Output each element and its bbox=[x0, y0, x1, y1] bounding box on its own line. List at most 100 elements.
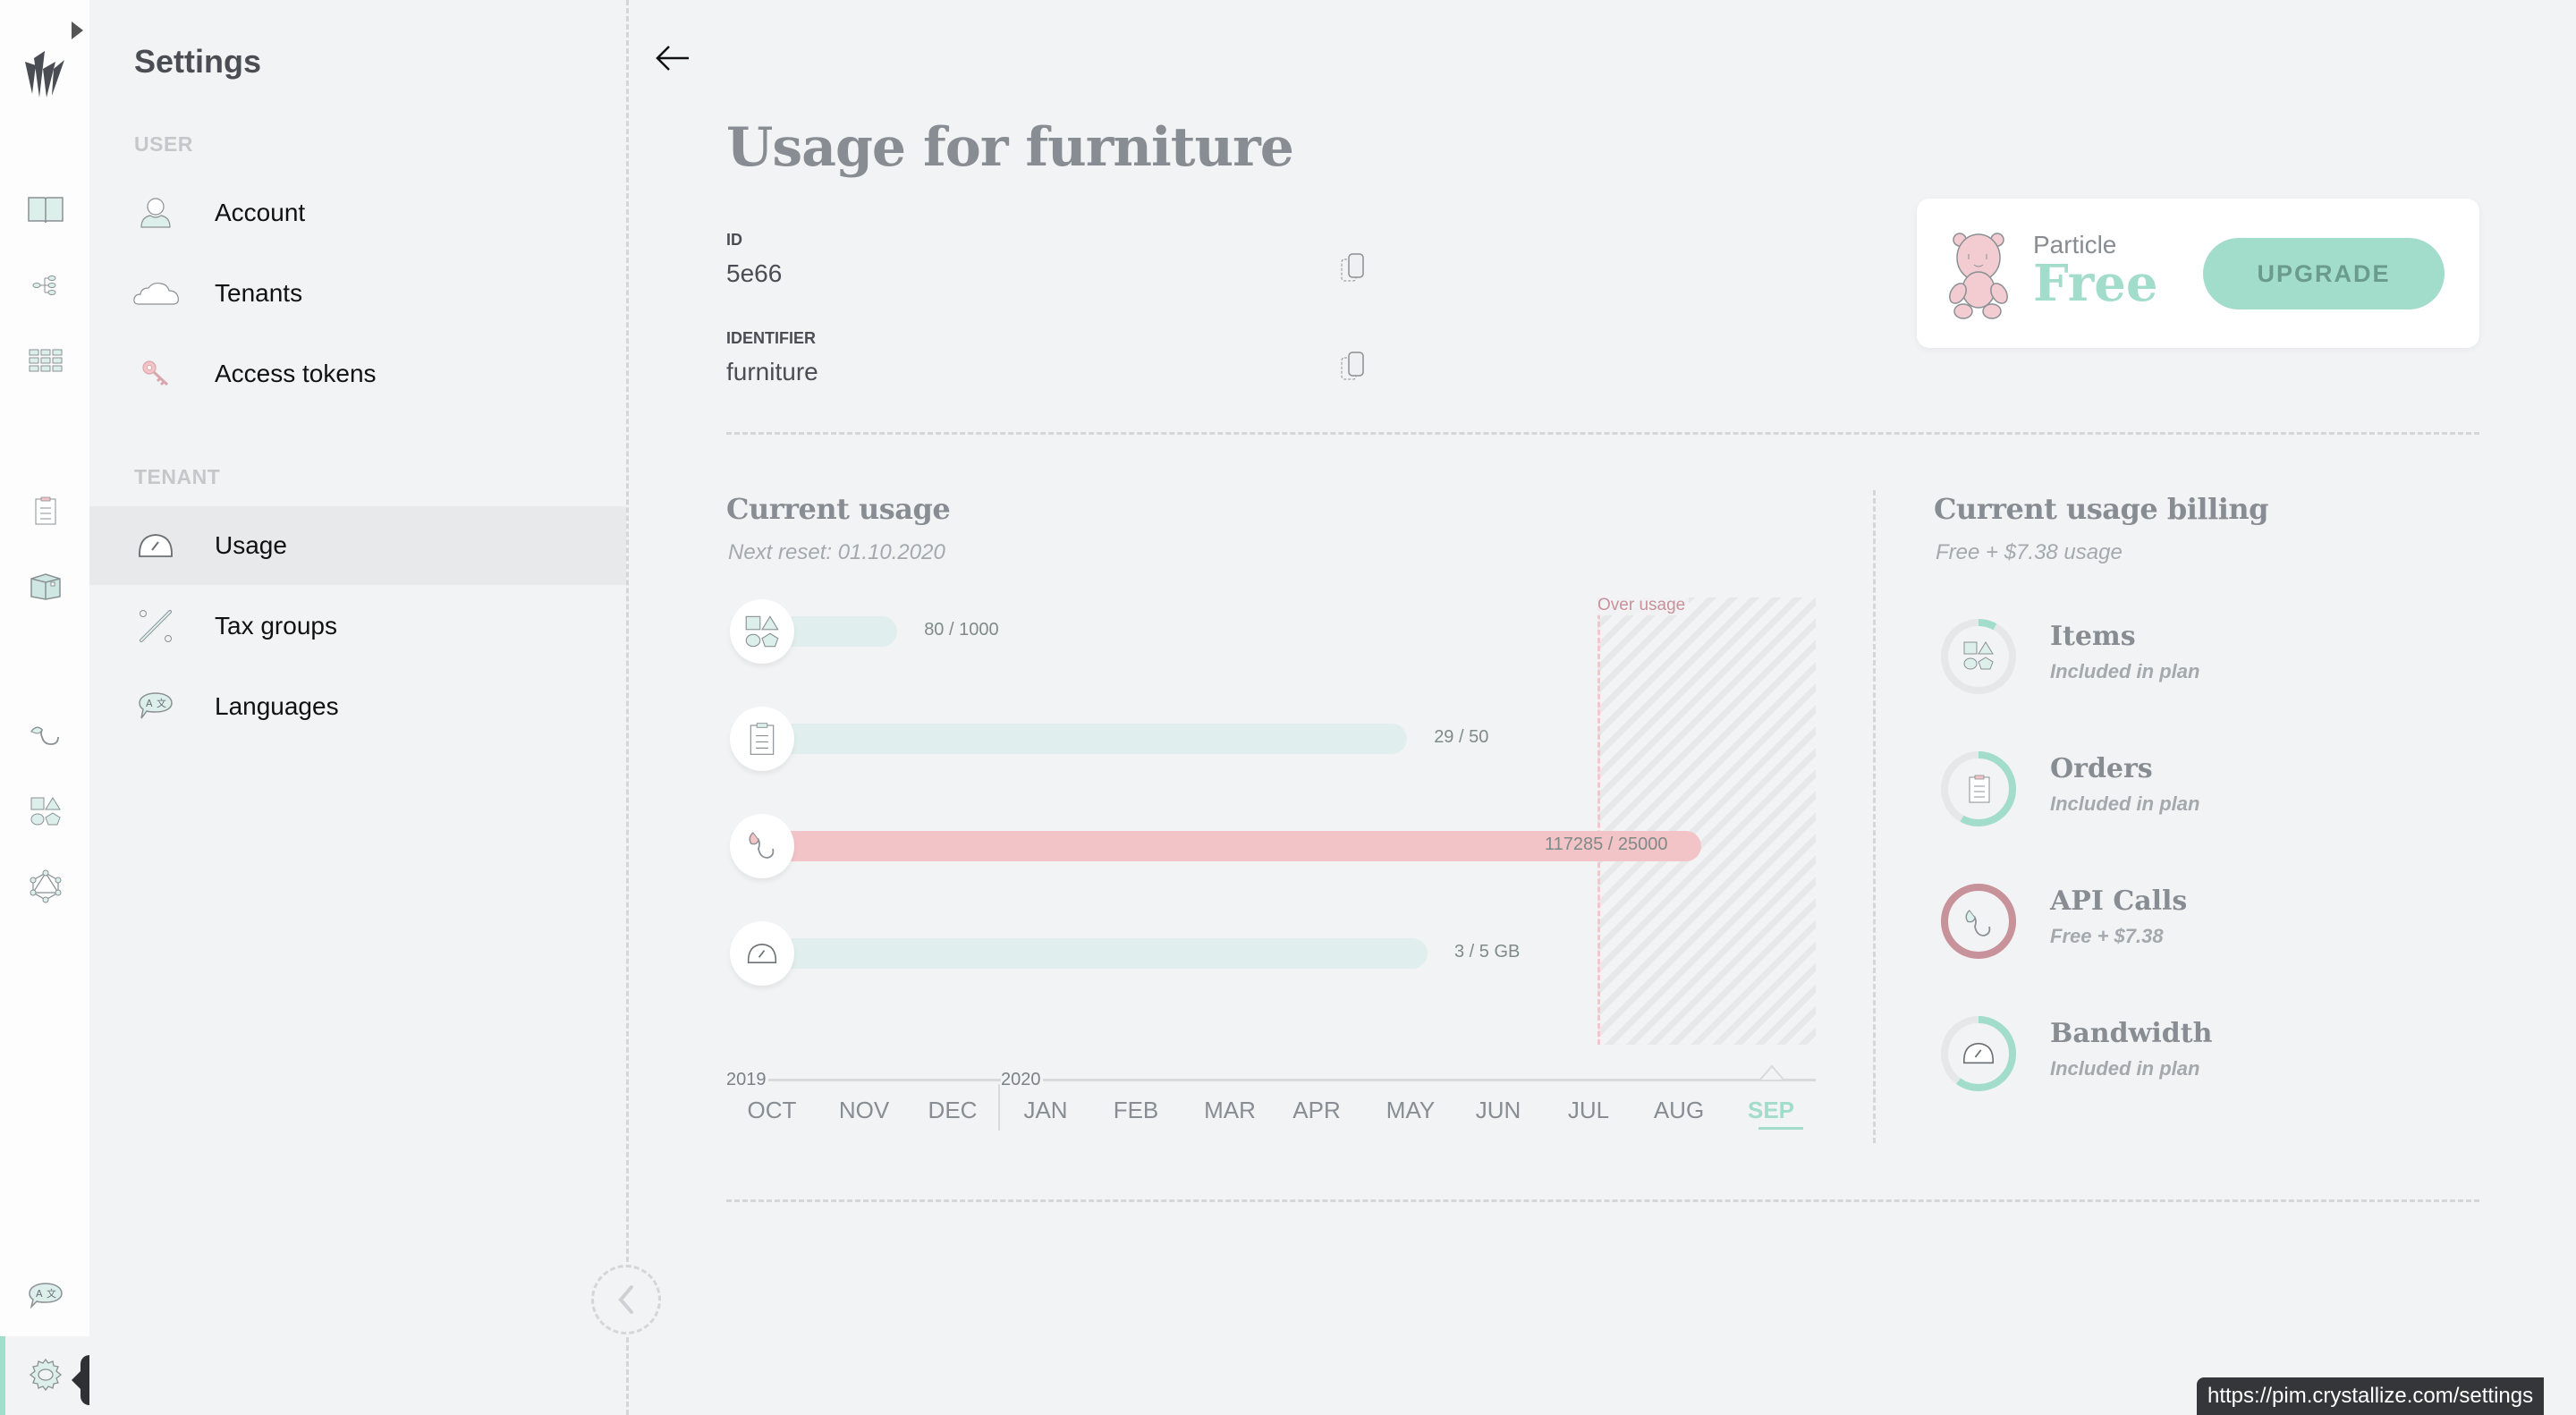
svg-text:文: 文 bbox=[47, 1287, 56, 1300]
clipboard-icon bbox=[730, 707, 794, 771]
nav-label: Languages bbox=[215, 692, 339, 720]
rail-active-indicator bbox=[0, 1336, 5, 1415]
year-label-2019: 2019 bbox=[726, 1070, 768, 1090]
nav-item-usage[interactable]: Usage bbox=[89, 506, 626, 585]
usage-value: 29 / 50 bbox=[1434, 727, 1489, 747]
usage-row-orders: 29 / 50 bbox=[726, 707, 1889, 771]
billing-name: API Calls bbox=[2050, 885, 2188, 917]
svg-text:文: 文 bbox=[157, 697, 166, 709]
clipboard-icon bbox=[1969, 775, 1990, 803]
nav-label: Account bbox=[215, 199, 306, 226]
month-apr[interactable]: APR bbox=[1281, 1097, 1352, 1124]
billing-row-bandwidth: Bandwidth Included in plan bbox=[1934, 1014, 2470, 1095]
id-value: 5e66 bbox=[726, 259, 783, 287]
hook-icon bbox=[730, 814, 794, 878]
year-divider bbox=[998, 1084, 1000, 1131]
usage-row-api-calls: 117285 / 25000 bbox=[726, 814, 1889, 878]
billing-ring bbox=[1941, 751, 2016, 826]
month-jan[interactable]: JAN bbox=[1010, 1097, 1081, 1124]
rail-settings-gear-icon[interactable] bbox=[27, 1356, 64, 1394]
nav-item-tax-groups[interactable]: Tax groups bbox=[89, 587, 626, 665]
usage-bar bbox=[780, 724, 1408, 754]
arrow-left-icon bbox=[656, 46, 689, 71]
panel-divider bbox=[626, 0, 629, 1415]
section-label-tenant: TENANT bbox=[134, 465, 221, 488]
upgrade-button[interactable]: UPGRADE bbox=[2203, 238, 2445, 309]
timeline-axis bbox=[726, 1079, 1816, 1081]
month-sep[interactable]: SEP bbox=[1735, 1097, 1807, 1130]
gauge-icon bbox=[136, 526, 175, 565]
billing-detail: Included in plan bbox=[2050, 660, 2200, 682]
month-dec[interactable]: DEC bbox=[917, 1097, 988, 1124]
vertical-divider bbox=[1873, 490, 1876, 1143]
next-reset-text: Next reset: 01.10.2020 bbox=[728, 540, 945, 564]
month-nov[interactable]: NOV bbox=[828, 1097, 900, 1124]
rail-shapes-icon[interactable] bbox=[27, 792, 64, 830]
usage-value: 80 / 1000 bbox=[924, 620, 999, 640]
svg-text:A: A bbox=[36, 1288, 43, 1300]
month-may[interactable]: MAY bbox=[1375, 1097, 1446, 1124]
nav-label: Tenants bbox=[215, 279, 303, 307]
plan-tier: Free bbox=[2033, 254, 2158, 313]
nav-label: Usage bbox=[215, 531, 287, 559]
usage-value: 3 / 5 GB bbox=[1454, 942, 1521, 962]
nav-item-languages[interactable]: A文 Languages bbox=[89, 667, 626, 746]
plan-card: Particle Free UPGRADE bbox=[1917, 199, 2479, 348]
billing-ring bbox=[1941, 884, 2016, 959]
usage-value: 117285 / 25000 bbox=[1545, 835, 1668, 854]
crystallize-logo-icon[interactable] bbox=[23, 39, 66, 104]
gauge-icon bbox=[730, 921, 794, 986]
percent-icon bbox=[136, 606, 175, 646]
month-mar[interactable]: MAR bbox=[1194, 1097, 1266, 1124]
billing-detail: Included in plan bbox=[2050, 1057, 2200, 1080]
month-jun[interactable]: JUN bbox=[1462, 1097, 1534, 1124]
billing-row-orders: Orders Included in plan bbox=[1934, 750, 2470, 830]
shapes-icon bbox=[1963, 641, 1994, 670]
nav-label: Tax groups bbox=[215, 612, 337, 640]
rail-language-translate-icon[interactable]: A文 bbox=[27, 1277, 64, 1315]
usage-row-items: 80 / 1000 bbox=[726, 599, 1889, 664]
usage-bar bbox=[780, 616, 898, 647]
copy-id-button[interactable] bbox=[1340, 252, 1368, 288]
back-button[interactable] bbox=[653, 38, 694, 79]
rail-catalogue-book-icon[interactable] bbox=[27, 191, 64, 229]
rail-topics-tree-icon[interactable] bbox=[27, 267, 64, 304]
nav-item-tenants[interactable]: Tenants bbox=[89, 254, 626, 333]
month-jul[interactable]: JUL bbox=[1553, 1097, 1624, 1124]
rail-graphql-icon[interactable] bbox=[27, 868, 64, 905]
billing-name: Bandwidth bbox=[2050, 1018, 2213, 1049]
billing-detail: Free + $7.38 bbox=[2050, 925, 2164, 947]
month-feb[interactable]: FEB bbox=[1100, 1097, 1172, 1124]
billing-name: Items bbox=[2050, 621, 2136, 652]
billing-row-api-calls: API Calls Free + $7.38 bbox=[1934, 882, 2470, 962]
expand-rail-toggle[interactable] bbox=[72, 21, 83, 39]
collapse-panel-button[interactable] bbox=[591, 1265, 661, 1335]
bottom-divider bbox=[726, 1199, 2479, 1202]
year-label-2020: 2020 bbox=[1001, 1070, 1043, 1090]
user-icon bbox=[136, 193, 175, 233]
section-label-user: USER bbox=[134, 132, 193, 156]
rail-webhooks-hook-icon[interactable] bbox=[27, 717, 64, 755]
rail-products-box-icon[interactable] bbox=[27, 567, 64, 605]
key-icon bbox=[136, 354, 175, 394]
settings-panel: Settings USER Account Tenants Access tok… bbox=[89, 0, 626, 1415]
billing-name: Orders bbox=[2050, 753, 2153, 784]
nav-item-access-tokens[interactable]: Access tokens bbox=[89, 335, 626, 413]
month-aug[interactable]: AUG bbox=[1643, 1097, 1715, 1124]
rail-orders-clipboard-icon[interactable] bbox=[27, 492, 64, 530]
rail-grid-icon[interactable] bbox=[27, 342, 64, 379]
selected-month-caret-icon bbox=[1760, 1064, 1784, 1080]
identifier-label: IDENTIFIER bbox=[726, 329, 817, 347]
chevron-left-icon bbox=[618, 1285, 633, 1314]
cloud-icon bbox=[132, 274, 181, 313]
month-oct[interactable]: OCT bbox=[736, 1097, 808, 1124]
copy-identifier-button[interactable] bbox=[1340, 351, 1368, 386]
translate-icon: A文 bbox=[136, 687, 175, 726]
usage-row-bandwidth: 3 / 5 GB bbox=[726, 921, 1889, 986]
nav-label: Access tokens bbox=[215, 360, 377, 387]
billing-ring bbox=[1941, 619, 2016, 694]
nav-item-account[interactable]: Account bbox=[89, 174, 626, 252]
shapes-icon bbox=[730, 599, 794, 664]
gauge-icon bbox=[1962, 1042, 1995, 1064]
copy-icon bbox=[1341, 352, 1364, 380]
